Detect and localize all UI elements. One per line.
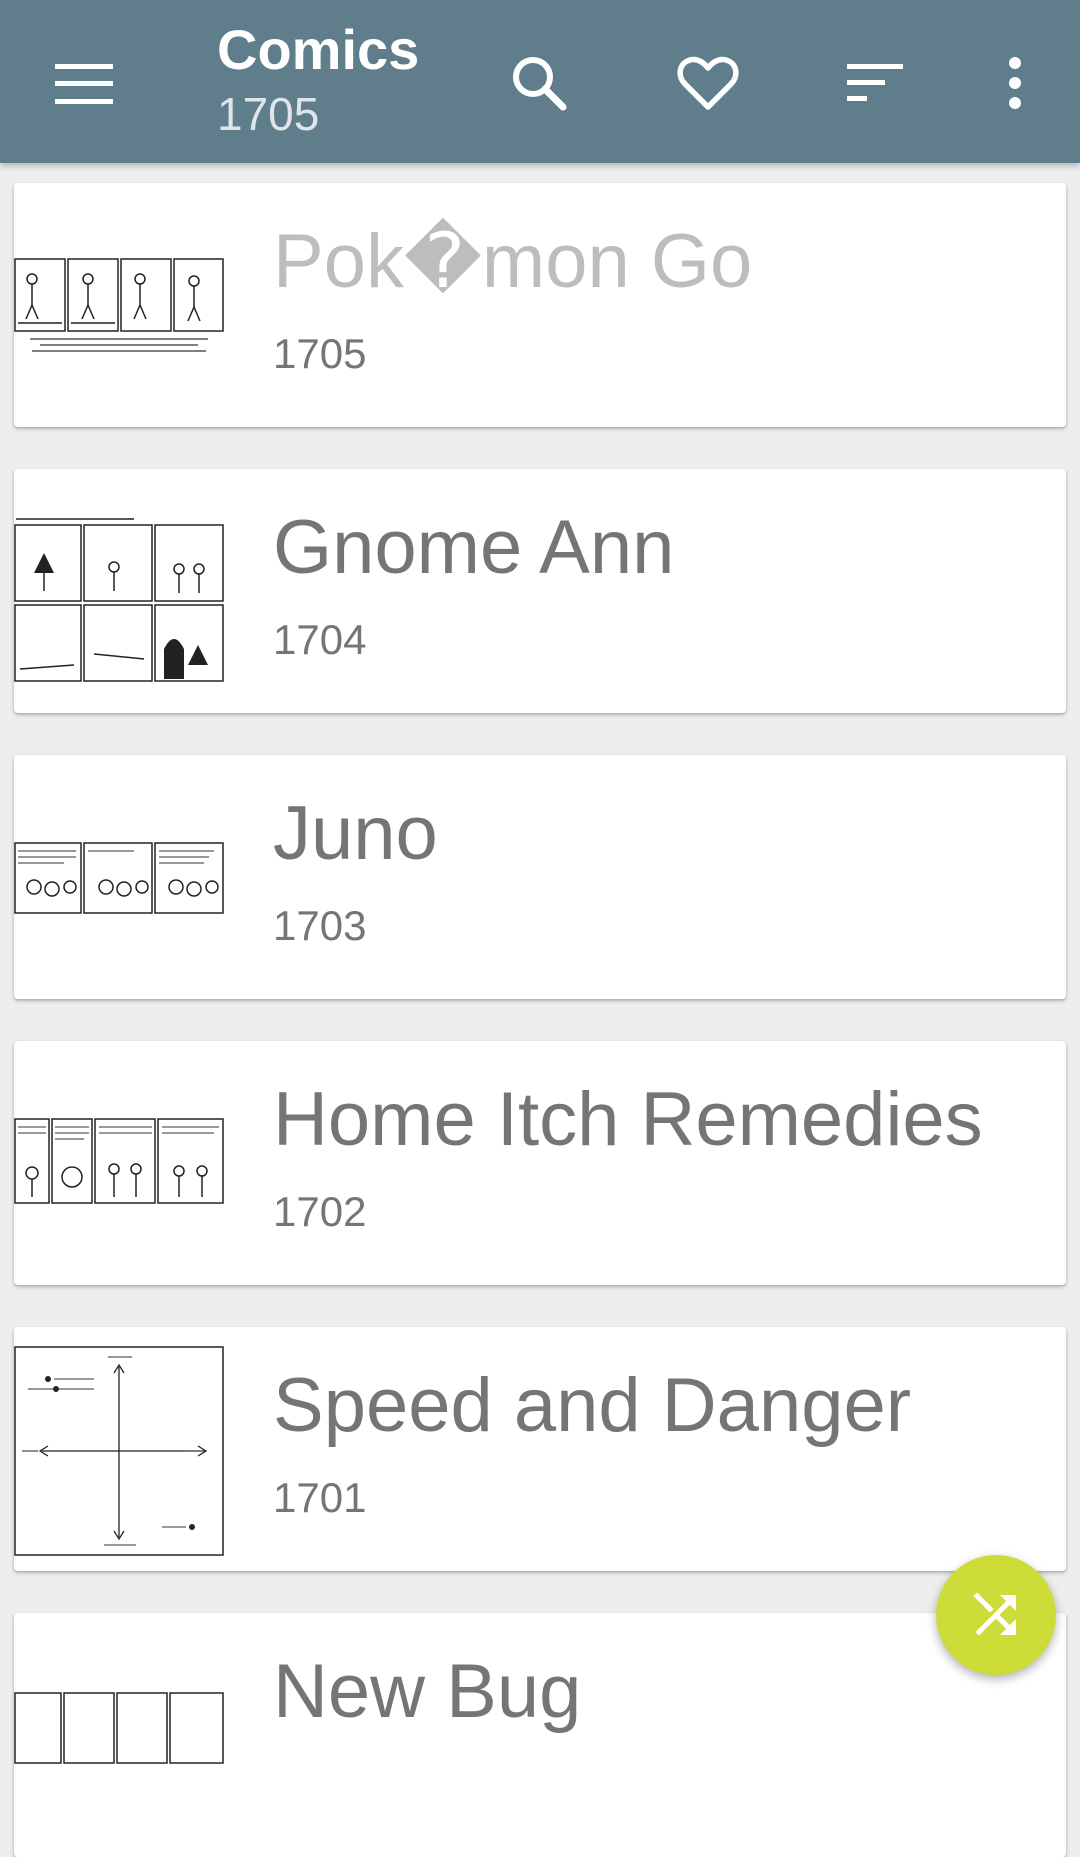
sort-icon (847, 64, 903, 102)
list-item[interactable]: Speed and Danger 1701 (14, 1327, 1066, 1571)
comic-number: 1703 (273, 902, 367, 949)
comic-title: Speed and Danger (273, 1363, 912, 1448)
random-comic-button[interactable] (936, 1555, 1056, 1675)
page-subtitle: 1705 (217, 88, 320, 140)
comic-title: Pok�mon Go (273, 219, 753, 304)
search-icon (509, 53, 569, 113)
sort-button[interactable] (830, 38, 920, 128)
comic-thumbnail (14, 1327, 224, 1571)
list-item[interactable]: Pok�mon Go 1705 (14, 183, 1066, 427)
list-item[interactable]: Juno 1703 (14, 755, 1066, 999)
comic-thumbnail (14, 1613, 224, 1857)
app-bar: Comics 1705 (0, 0, 1080, 163)
comic-title: Juno (273, 791, 438, 876)
comic-number: 1701 (273, 1474, 367, 1521)
comic-thumbnail (14, 469, 224, 713)
comic-thumbnail (14, 755, 224, 999)
menu-button[interactable] (44, 44, 124, 124)
list-item[interactable]: Gnome Ann 1704 (14, 469, 1066, 713)
comic-thumbnail (14, 183, 224, 427)
page-title: Comics (217, 18, 420, 81)
search-button[interactable] (494, 38, 584, 128)
comic-number: 1705 (273, 330, 367, 377)
list-item[interactable]: Home Itch Remedies 1702 (14, 1041, 1066, 1285)
list-item[interactable]: New Bug (14, 1613, 1066, 1857)
comic-number: 1704 (273, 616, 367, 663)
comic-number: 1702 (273, 1188, 367, 1235)
comic-title: Gnome Ann (273, 505, 675, 590)
comic-title: New Bug (273, 1649, 582, 1734)
heart-icon (677, 55, 739, 111)
favorites-button[interactable] (663, 38, 753, 128)
comic-thumbnail (14, 1041, 224, 1285)
menu-icon (55, 64, 113, 104)
overflow-menu-icon (1007, 57, 1023, 109)
app-bar-titles: Comics 1705 (217, 18, 419, 142)
shuffle-icon (973, 1592, 1019, 1638)
comic-title: Home Itch Remedies (273, 1077, 983, 1162)
overflow-menu-button[interactable] (970, 38, 1060, 128)
